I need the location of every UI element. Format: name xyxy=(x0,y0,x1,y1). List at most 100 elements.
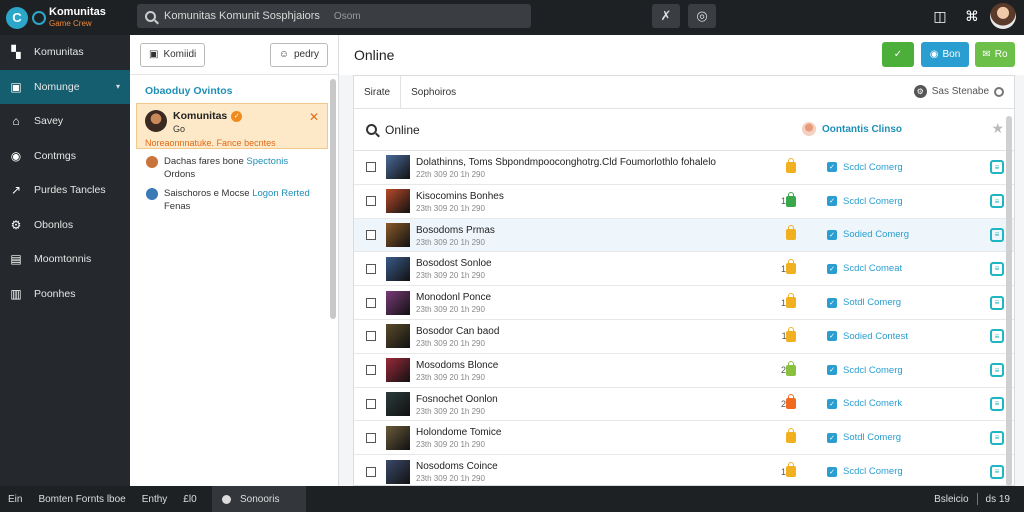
table-row[interactable]: Fosnochet Oonlon23th 309 20 1h 290221✓Sc… xyxy=(354,388,1014,422)
tools-button[interactable]: ✗ xyxy=(652,4,680,28)
notification-card[interactable]: Komunitas ✓ Go Noreaonnnatuke. Fance becn… xyxy=(136,103,328,149)
sidebar-item-moomtonnis[interactable]: ▤ Moomtonnis xyxy=(0,242,130,277)
row-time: 23th 309 20 1h 290 xyxy=(416,338,485,348)
status-item[interactable]: Ein xyxy=(0,494,30,505)
row-action-icon[interactable]: ≡ xyxy=(990,160,1004,175)
row-name: Monodonl Ponce xyxy=(416,292,492,304)
row-checkbox[interactable] xyxy=(366,398,376,409)
activity-item[interactable]: Dachas fares bone Spectonis Ordons xyxy=(130,149,338,181)
search-bar[interactable]: Komunitas Komunit Sosphjaiors Osom xyxy=(137,4,531,28)
row-action-icon[interactable]: ≡ xyxy=(990,295,1004,310)
row-status[interactable]: Sotdl Comerg xyxy=(843,297,901,308)
table-row[interactable]: Dolathinns, Toms Sbpondmpooconghotrg.Cld… xyxy=(354,151,1014,185)
tab-sirate[interactable]: Sirate xyxy=(354,75,402,109)
row-checkbox[interactable] xyxy=(366,162,376,173)
row-checkbox[interactable] xyxy=(366,365,376,376)
confirm-button[interactable]: ✓ xyxy=(882,42,914,67)
ro-button[interactable]: ✉ Ro xyxy=(975,42,1015,67)
status-dot-icon xyxy=(222,494,231,504)
row-checkbox[interactable] xyxy=(366,432,376,443)
row-action-icon[interactable]: ≡ xyxy=(990,396,1004,411)
row-checkbox[interactable] xyxy=(366,331,376,342)
list-title: Online xyxy=(385,122,420,137)
row-status[interactable]: Scdcl Comerg xyxy=(843,466,903,477)
row-status[interactable]: Scdcl Comerg xyxy=(843,365,903,376)
row-action-icon[interactable]: ≡ xyxy=(990,194,1004,209)
row-status[interactable]: Scdcl Comerk xyxy=(843,398,902,409)
sidebar-item-obonlos[interactable]: ⚙ Obonlos xyxy=(0,208,130,243)
activity-link[interactable]: Logon Rerted xyxy=(252,188,310,199)
user-avatar[interactable] xyxy=(990,3,1016,29)
row-action-icon[interactable]: ≡ xyxy=(990,329,1004,344)
lock-icon xyxy=(786,293,796,309)
row-thumbnail xyxy=(386,256,410,281)
member-list: Dolathinns, Toms Sbpondmpooconghotrg.Cld… xyxy=(354,151,1014,489)
row-status[interactable]: Sodied Contest xyxy=(843,331,908,342)
table-row[interactable]: Bosodost Sonloe23th 309 20 1h 290175✓Scd… xyxy=(354,252,1014,287)
row-name: Bosodor Can baod xyxy=(416,325,500,337)
row-checkbox[interactable] xyxy=(366,196,376,207)
row-status[interactable]: Scdcl Comeat xyxy=(843,263,902,274)
grid-icon: ▚ xyxy=(11,45,21,60)
notification-sub: Go xyxy=(173,124,186,134)
row-checkbox[interactable] xyxy=(366,297,376,308)
table-row[interactable]: Monodonl Ponce23th 309 20 1h 290120✓Sotd… xyxy=(354,286,1014,320)
lock-icon xyxy=(786,360,796,376)
scrollbar[interactable] xyxy=(1006,116,1012,486)
sidebar-item-purdes[interactable]: ↗ Purdes Tancles xyxy=(0,173,130,208)
search-input[interactable]: Komunitas Komunit Sosphjaiors xyxy=(164,10,320,22)
settings-toggle[interactable]: ⚙ Sas Stenabe xyxy=(913,85,1004,98)
search-icon[interactable] xyxy=(366,124,377,135)
table-row[interactable]: Mosodoms Blonce23th 309 20 1h 290206✓Scd… xyxy=(354,354,1014,388)
puzzle-icon[interactable]: ⌘ xyxy=(962,6,982,26)
sidebar-item-contmgs[interactable]: ◉ Contmgs xyxy=(0,139,130,174)
logo[interactable]: C Komunitas Game Crew xyxy=(0,6,130,29)
close-icon[interactable]: ✕ xyxy=(309,110,319,124)
row-checkbox[interactable] xyxy=(366,229,376,240)
status-item[interactable]: £l0 xyxy=(175,494,204,505)
status-check-icon: ✓ xyxy=(827,398,837,409)
status-item[interactable]: Bomten Fornts lboe xyxy=(30,494,133,505)
row-status[interactable]: Scdcl Comerg xyxy=(843,162,903,173)
bon-button[interactable]: ◉ Bon xyxy=(921,42,969,67)
status-item[interactable]: Enthy xyxy=(134,494,176,505)
status-check-icon: ✓ xyxy=(827,466,837,477)
pedry-button[interactable]: ☺ pedry xyxy=(269,42,328,67)
row-thumbnail xyxy=(386,358,410,383)
sidebar-item-komunitas[interactable]: ▚ Komunitas xyxy=(0,35,130,70)
row-action-icon[interactable]: ≡ xyxy=(990,464,1004,479)
row-name: Dolathinns, Toms Sbpondmpooconghotrg.Cld… xyxy=(416,157,716,168)
sidebar-item-poonhes[interactable]: ▥ Poonhes xyxy=(0,277,130,312)
info-icon: ◉ xyxy=(929,49,939,60)
window-icon[interactable]: ◫ xyxy=(930,6,950,26)
activity-item[interactable]: Saischoros e Mocse Logon Rerted Fenas xyxy=(130,181,338,213)
sidebar-item-savey[interactable]: ⌂ Savey xyxy=(0,104,130,139)
status-active-tab[interactable]: Sonooris xyxy=(212,486,306,512)
row-status[interactable]: Scdcl Comerg xyxy=(843,196,903,207)
document-icon: ▥ xyxy=(10,286,22,301)
row-action-icon[interactable]: ≡ xyxy=(990,363,1004,378)
row-action-icon[interactable]: ≡ xyxy=(990,430,1004,445)
row-action-icon[interactable]: ≡ xyxy=(990,261,1004,276)
scrollbar[interactable] xyxy=(330,79,336,319)
refresh-button[interactable]: ◎ xyxy=(688,4,716,28)
row-checkbox[interactable] xyxy=(366,466,376,477)
lock-icon xyxy=(786,394,796,410)
row-checkbox[interactable] xyxy=(366,263,376,274)
table-row[interactable]: Holondome Tomice23th 309 20 1h 2908✓Sotd… xyxy=(354,421,1014,456)
table-row[interactable]: Nosodoms Coince23th 309 20 1h 290139✓Scd… xyxy=(354,455,1014,489)
row-status[interactable]: Sotdl Comerg xyxy=(843,432,901,443)
sidebar-item-nomunge[interactable]: ▣ Nomunge ▾ xyxy=(0,69,130,104)
table-row[interactable]: Kisocomins Bonhes23th 309 20 1h 290125✓S… xyxy=(354,185,1014,219)
row-thumbnail xyxy=(386,155,410,180)
star-icon[interactable]: ★ xyxy=(991,120,1004,137)
tab-sophoiros[interactable]: Sophoiros xyxy=(401,76,466,109)
filter-link[interactable]: Oontantis Clinso xyxy=(802,122,902,136)
row-action-icon[interactable]: ≡ xyxy=(990,227,1004,242)
komiidi-button[interactable]: ▣ Komiidi xyxy=(140,42,206,67)
row-status[interactable]: Sodied Comerg xyxy=(843,229,909,240)
status-right: Bsleicio xyxy=(934,493,969,505)
table-row[interactable]: Bosodoms Prmas23th 309 20 1h 2905✓Sodied… xyxy=(354,218,1014,253)
activity-link[interactable]: Spectonis xyxy=(246,156,288,167)
table-row[interactable]: Bosodor Can baod23th 309 20 1h 290119✓So… xyxy=(354,320,1014,354)
